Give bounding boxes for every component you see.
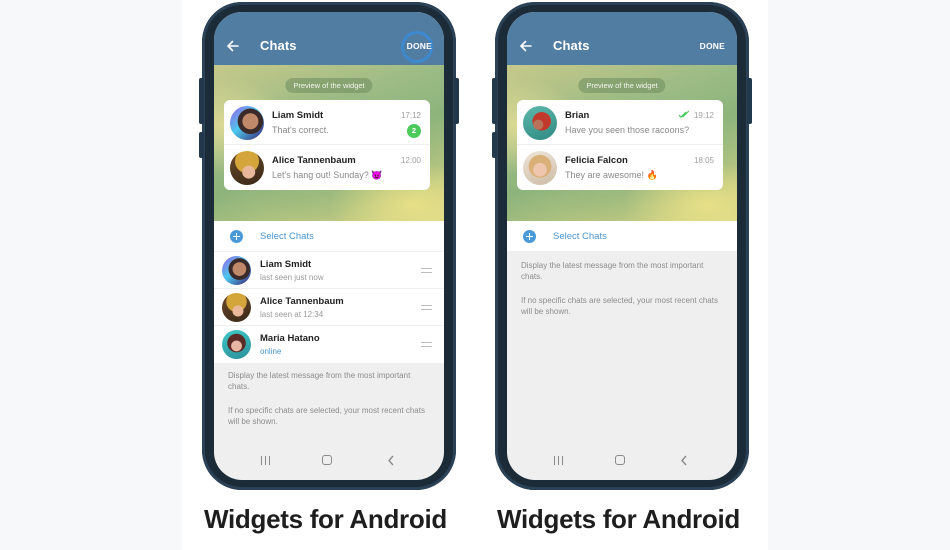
chevron-left-icon[interactable] <box>679 455 689 466</box>
widget-preview-card: Liam Smidt That's correct. 17:12 2 Alice… <box>224 100 430 190</box>
phone-left: Chats DONE Preview of the widget Liam Sm… <box>199 2 459 490</box>
chat-name: Maria Hatano <box>260 333 320 344</box>
avatar <box>523 106 557 140</box>
message-time: 17:12 <box>400 111 421 120</box>
last-message: That's correct. <box>272 125 329 135</box>
chat-name: Felicia Falcon <box>565 155 628 166</box>
list-item[interactable]: Alice Tannenbaum last seen at 12:34 <box>214 289 444 326</box>
last-message: Have you seen those racoons? <box>565 125 690 135</box>
drag-handle-icon[interactable] <box>421 342 432 347</box>
select-chats-label: Select Chats <box>553 231 607 242</box>
avatar <box>222 256 251 285</box>
list-item[interactable]: Liam Smidt last seen just now <box>214 252 444 289</box>
side-button <box>199 132 204 158</box>
plus-circle-icon <box>523 230 536 243</box>
info-text-2: If no specific chats are selected, your … <box>521 296 718 316</box>
list-item[interactable]: Maria Hatano online <box>214 326 444 363</box>
message-time: 18:05 <box>693 156 714 165</box>
info-text-2: If no specific chats are selected, your … <box>228 406 425 426</box>
app-header: Chats DONE <box>214 12 444 65</box>
recents-icon[interactable] <box>554 456 564 465</box>
done-button[interactable]: DONE <box>407 41 432 51</box>
avatar <box>222 293 251 322</box>
preview-label: Preview of the widget <box>578 78 666 93</box>
widget-row: Felicia Falcon They are awesome! 🔥 18:05 <box>517 145 723 190</box>
widget-row: Liam Smidt That's correct. 17:12 2 <box>224 100 430 145</box>
caption-left: Widgets for Android <box>204 504 447 534</box>
chat-name: Brian <box>565 110 590 121</box>
message-text: Let's hang out! Sunday? <box>272 170 369 180</box>
widget-row: Brian Have you seen those racoons? 19:12 <box>517 100 723 145</box>
arrow-left-icon[interactable] <box>226 39 240 53</box>
avatar <box>230 106 264 140</box>
fire-emoji-icon: 🔥 <box>646 170 658 180</box>
avatar <box>523 151 557 185</box>
phone-right: Chats DONE Preview of the widget Brian H… <box>492 2 752 490</box>
chat-name: Alice Tannenbaum <box>260 296 344 307</box>
side-button <box>492 132 497 158</box>
last-message: Let's hang out! Sunday? 😈 <box>272 170 383 181</box>
widget-preview-area: Preview of the widget Liam Smidt That's … <box>214 65 444 221</box>
recents-icon[interactable] <box>261 456 271 465</box>
selected-chat-list: Liam Smidt last seen just now Alice Tann… <box>214 252 444 363</box>
screen: Chats DONE Preview of the widget Brian H… <box>507 12 737 480</box>
widget-preview-area: Preview of the widget Brian Have you see… <box>507 65 737 221</box>
chat-name: Liam Smidt <box>272 110 324 121</box>
volume-button <box>199 78 204 124</box>
home-icon[interactable] <box>322 455 332 465</box>
page-title: Chats <box>260 38 297 53</box>
select-chats-button[interactable]: Select Chats <box>507 221 737 252</box>
screen: Chats DONE Preview of the widget Liam Sm… <box>214 12 444 480</box>
message-text: They are awesome! <box>565 170 645 180</box>
caption-right: Widgets for Android <box>497 504 740 534</box>
app-header: Chats DONE <box>507 12 737 65</box>
avatar <box>230 151 264 185</box>
last-seen-status: last seen at 12:34 <box>260 310 324 319</box>
widget-row: Alice Tannenbaum Let's hang out! Sunday?… <box>224 145 430 190</box>
system-nav-bar <box>507 444 737 480</box>
preview-label: Preview of the widget <box>285 78 373 93</box>
last-message: They are awesome! 🔥 <box>565 170 658 181</box>
done-button[interactable]: DONE <box>700 41 725 51</box>
drag-handle-icon[interactable] <box>421 268 432 273</box>
page-title: Chats <box>553 38 590 53</box>
select-chats-button[interactable]: Select Chats <box>214 221 444 252</box>
info-text-1: Display the latest message from the most… <box>521 261 704 281</box>
message-time: 19:12 <box>693 111 714 120</box>
widget-preview-card: Brian Have you seen those racoons? 19:12… <box>517 100 723 190</box>
chat-name: Alice Tannenbaum <box>272 155 356 166</box>
devil-emoji-icon: 😈 <box>371 170 383 180</box>
system-nav-bar <box>214 444 444 480</box>
message-time: 12:00 <box>400 156 421 165</box>
info-text-1: Display the latest message from the most… <box>228 371 411 391</box>
power-button <box>747 78 752 124</box>
drag-handle-icon[interactable] <box>421 305 432 310</box>
avatar <box>222 330 251 359</box>
power-button <box>454 78 459 124</box>
select-chats-label: Select Chats <box>260 231 314 242</box>
plus-circle-icon <box>230 230 243 243</box>
chat-name: Liam Smidt <box>260 259 312 270</box>
double-check-icon <box>678 110 690 119</box>
unread-badge: 2 <box>407 124 421 138</box>
home-icon[interactable] <box>615 455 625 465</box>
volume-button <box>492 78 497 124</box>
arrow-left-icon[interactable] <box>519 39 533 53</box>
online-status: online <box>260 347 282 356</box>
chevron-left-icon[interactable] <box>386 455 396 466</box>
last-seen-status: last seen just now <box>260 273 324 282</box>
